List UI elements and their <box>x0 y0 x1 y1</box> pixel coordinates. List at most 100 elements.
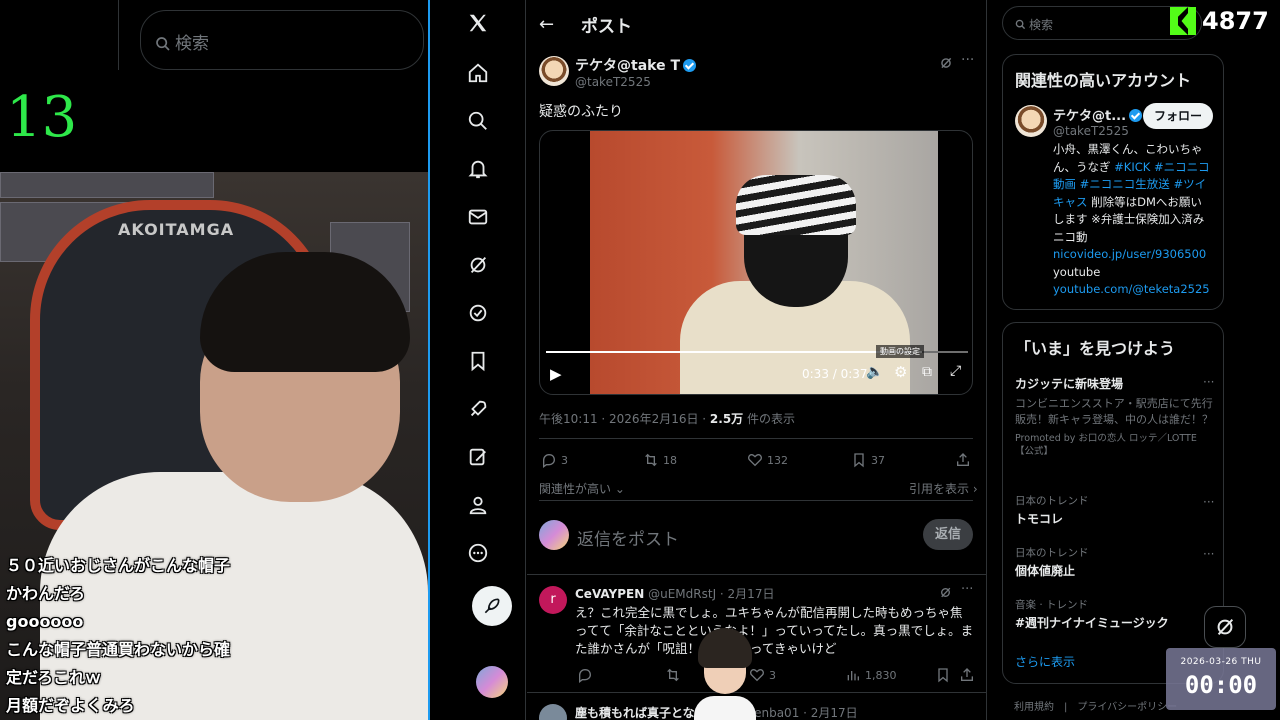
divider <box>527 692 986 693</box>
sort-label: 関連性が高い <box>539 482 612 496</box>
search-icon <box>1015 19 1026 30</box>
chat-line: こんな帽子普通買わないから確 <box>6 640 231 659</box>
chat-line: かわんだろ <box>6 584 86 603</box>
trend-item[interactable]: 日本のトレンド トモコレ <box>1015 493 1089 527</box>
promo-title: カジッテに新味登場 <box>1015 377 1124 391</box>
kick-logo-icon <box>1170 7 1196 35</box>
repost-icon <box>667 668 679 682</box>
bookmark-icon[interactable] <box>463 346 493 376</box>
reply-repost-action[interactable] <box>665 667 681 683</box>
bookmark-action[interactable]: 37 <box>851 452 885 468</box>
account-handle[interactable]: @takeT2525 <box>1053 124 1142 138</box>
reply-bookmark-action[interactable] <box>935 667 951 683</box>
bookmark-count: 37 <box>871 453 885 467</box>
trend-item[interactable]: 日本のトレンド 個体値廃止 <box>1015 545 1089 579</box>
reply-reply-action[interactable] <box>577 667 593 683</box>
share-action[interactable] <box>955 452 971 468</box>
account-avatar[interactable] <box>476 666 508 698</box>
back-arrow-icon[interactable]: ← <box>539 14 554 35</box>
compose-post-button[interactable] <box>472 586 512 626</box>
author-handle[interactable]: @takeT2525 <box>575 75 696 89</box>
promo-by: Promoted by お口の恋人 ロッテ／LOTTE【公式】 <box>1015 433 1197 457</box>
home-icon[interactable] <box>463 58 493 88</box>
author-avatar[interactable] <box>539 56 569 86</box>
divider <box>539 500 973 501</box>
search-placeholder: 検索 <box>1029 18 1054 32</box>
account-avatar[interactable] <box>1015 105 1047 137</box>
reply-like-count: 3 <box>769 668 776 682</box>
grok-icon[interactable] <box>463 250 493 280</box>
reply-author-handle[interactable]: @uEMdRstJ · 2月17日 <box>648 587 774 601</box>
author-info: テケタ@take T @takeT2525 <box>575 55 696 89</box>
reply-views[interactable]: 1,830 <box>845 667 897 683</box>
author-name[interactable]: テケタ@take T <box>575 58 680 74</box>
more-options-icon[interactable]: ··· <box>961 582 973 597</box>
footer-links[interactable]: 利用規約 | プライバシーポリシー <box>1014 698 1177 713</box>
reply-author-avatar[interactable]: r <box>539 586 567 614</box>
more-options-icon[interactable]: ··· <box>1203 375 1214 389</box>
reply-action[interactable]: 3 <box>541 452 568 468</box>
bio-link[interactable]: nicovideo.jp/user/9306500 <box>1053 247 1206 261</box>
bio-link[interactable]: youtube.com/@teketa2525 <box>1053 282 1210 296</box>
more-options-icon[interactable]: ··· <box>1203 547 1214 561</box>
card-title: 関連性の高いアカウント <box>1015 71 1192 90</box>
x-logo-icon[interactable] <box>463 8 493 38</box>
post-meta: 午後10:11 · 2026年2月16日 · 2.5万 件の表示 <box>539 410 795 427</box>
reply-share-action[interactable] <box>959 667 975 683</box>
grok-icon[interactable] <box>939 56 953 70</box>
more-options-icon[interactable]: ··· <box>961 52 974 68</box>
repost-count: 18 <box>663 453 677 467</box>
my-avatar <box>539 520 569 550</box>
mail-icon[interactable] <box>463 202 493 232</box>
post-detail-column: ← ポスト テケタ@take T @takeT2525 ··· 疑惑のふたり 動… <box>527 0 987 720</box>
volume-icon[interactable]: 🔈 <box>866 364 883 380</box>
reply-author-name[interactable]: CeVAYPEN <box>575 587 644 601</box>
stream-counter: 13 <box>6 85 78 150</box>
edit-icon[interactable] <box>463 442 493 472</box>
more-icon[interactable] <box>463 538 493 568</box>
chat-overlay: ５０近いおじさんがこんな帽子 かわんだろ goooooo こんな帽子普通買わない… <box>6 552 286 720</box>
more-options-icon[interactable]: ··· <box>1203 495 1214 509</box>
fullscreen-icon[interactable]: ⤢ <box>950 363 961 379</box>
video-time: 0:33 / 0:37 <box>802 367 868 381</box>
chat-line: ５０近いおじさんがこんな帽子 <box>6 556 231 575</box>
divider <box>118 0 119 70</box>
chat-line: goooooo <box>6 612 84 631</box>
profile-icon[interactable] <box>463 490 493 520</box>
search-icon[interactable] <box>463 106 493 136</box>
chat-line: 月額だぞよくみろ <box>6 696 135 715</box>
next-reply-avatar[interactable] <box>539 704 567 720</box>
reply-submit-button[interactable]: 返信 <box>923 519 973 550</box>
related-accounts-card: 関連性の高いアカウント テケタ@t... @takeT2525 フォロー 小舟、… <box>1002 54 1224 310</box>
repost-action[interactable]: 18 <box>643 452 677 468</box>
pip-icon[interactable]: ⧉ <box>922 364 932 380</box>
card-title: 「いま」を見つけよう <box>1015 339 1176 358</box>
reply-icon <box>579 668 592 683</box>
video-player[interactable]: 動画の設定 ▶ 0:33 / 0:37 🔈 ⚙ ⧉ ⤢ <box>539 130 973 395</box>
post-timestamp[interactable]: 午後10:11 · 2026年2月16日 · <box>539 412 710 426</box>
clock-widget: 2026-03-26 THU 00:00 <box>1166 648 1276 710</box>
promoted-trend[interactable]: カジッテに新味登場 コンビニエンスストア・駅売店にて先行販売！新キャラ登場、中の… <box>1015 375 1215 458</box>
rocket-icon[interactable] <box>463 394 493 424</box>
reply-input[interactable]: 返信をポスト <box>577 525 679 550</box>
verified-icon[interactable] <box>463 298 493 328</box>
settings-gear-icon[interactable]: ⚙ <box>894 363 907 381</box>
view-label: 件の表示 <box>743 412 796 426</box>
verified-badge-icon <box>1129 109 1143 122</box>
reply-icon <box>543 453 556 468</box>
account-name[interactable]: テケタ@t... <box>1053 109 1126 124</box>
show-more-link[interactable]: さらに表示 <box>1015 653 1075 670</box>
account-bio: 小舟、黒澤くん、こわいちゃん、うなぎ #KICK #ニコニコ動画 #ニコニコ生放… <box>1053 141 1213 299</box>
play-icon[interactable]: ▶ <box>550 365 562 383</box>
bell-icon[interactable] <box>463 154 493 184</box>
sort-dropdown[interactable]: 関連性が高い ⌄ <box>539 480 625 497</box>
grok-floating-button[interactable] <box>1204 606 1246 648</box>
search-input-partial[interactable]: 検索 <box>140 10 424 70</box>
webcam-feed: AKOITAMGA ５０近いおじさんがこんな帽子 かわんだろ goooooo こ… <box>0 172 428 720</box>
follow-button[interactable]: フォロー <box>1143 103 1213 129</box>
view-quotes-link[interactable]: 引用を表示 › <box>909 480 978 497</box>
reply-count: 3 <box>561 453 568 467</box>
like-action[interactable]: 132 <box>747 452 788 468</box>
trend-item[interactable]: 音楽 · トレンド #週刊ナイナイミュージック <box>1015 597 1169 631</box>
grok-icon[interactable] <box>939 586 952 599</box>
